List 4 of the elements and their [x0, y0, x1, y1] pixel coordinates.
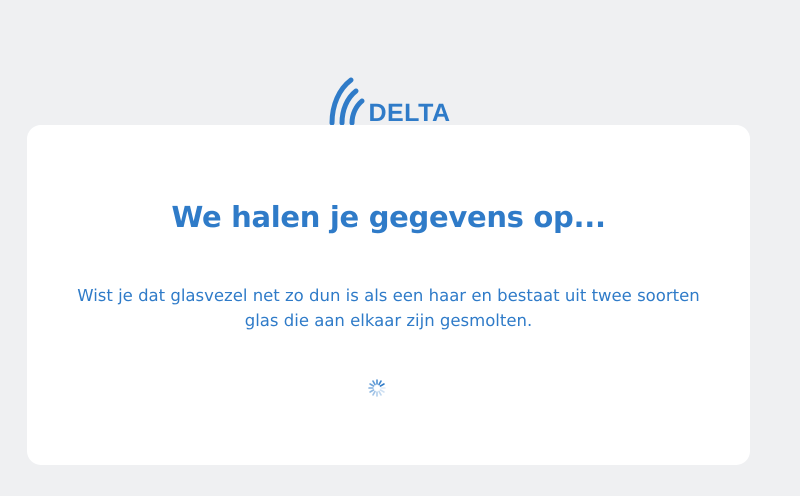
logo-icon	[329, 77, 368, 125]
fact-message: Wist je dat glasvezel net zo dun is als een haar en bestaat uit twee soorten glas die aan elkaar zijn gesmolten.	[76, 284, 701, 332]
loading-title: We halen je gegevens op...	[170, 200, 607, 235]
logo-text: DELTA	[368, 101, 451, 126]
